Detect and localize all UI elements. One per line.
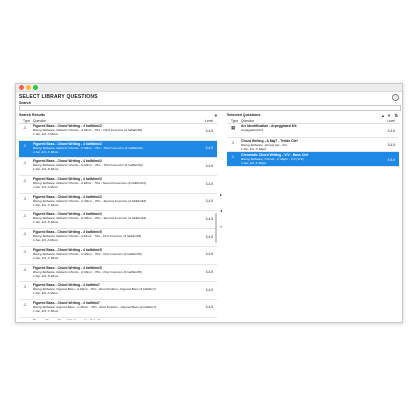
question-row[interactable]: ♫ Chord Writing - A Maj7 - Treble Clef Ris…	[227, 138, 399, 152]
question-row[interactable]: ♫ Figured Bass - Chord Writing - 4 halfdi…	[19, 300, 217, 318]
question-details: 1 bar, 4/4, A Minor	[33, 238, 59, 243]
note-icon: ♫	[23, 266, 27, 272]
selected-questions-title: Selected Questions	[227, 113, 261, 117]
note-icon: ♫	[23, 195, 27, 201]
note-icon: ♫	[231, 139, 235, 145]
question-row[interactable]: ♫Figured Bass - Chord Writing - 4 halfdi…	[19, 158, 217, 177]
question-details: 1 bar, 4/4, C Major	[241, 161, 267, 165]
question-details: 1 bar, 4/4, A Minor	[33, 132, 59, 136]
question-details: 1 bar, 4/4, A Minor	[33, 185, 59, 190]
question-row[interactable]: ♫Figured Bass - Chord Writing - 4 halfdi…	[19, 318, 217, 320]
note-icon: ♫	[23, 301, 27, 307]
note-icon: ♫	[231, 154, 235, 159]
question-details: 1 bar, 4/4, C Minor	[33, 308, 59, 313]
question-row[interactable]: ♫Figured Bass - Chord Writing - 4 halfdi…	[19, 176, 217, 194]
selected-questions-list: ▦ Arr Identification - Arpeggiated 6/4 Arp…	[227, 123, 399, 320]
question-details: 1 bar, 4/4, A Minor	[33, 291, 59, 296]
grid-icon: ▦	[231, 125, 236, 130]
question-row[interactable]: ♫Figured Bass - Chord Writing - 4 halfdi…	[19, 123, 217, 141]
question-details: 1 bar, 4/4, C Minor	[33, 202, 59, 207]
question-details: 1 bar, 4/4, C Major	[241, 146, 267, 151]
note-icon: ♫	[23, 178, 27, 184]
question-details: 1 bar, 4/4, C Minor	[33, 149, 59, 154]
question-level: 3,4,5	[205, 146, 213, 151]
transfer-controls: ▸ ◂ «	[218, 112, 226, 320]
question-circle-icon[interactable]: ?	[392, 93, 399, 101]
question-row[interactable]: ♫Figured Bass - Chord Writing - 4 halfdi…	[19, 247, 217, 265]
filter-icon[interactable]: ⌖	[215, 113, 217, 118]
sort-icon[interactable]: ⇅	[395, 113, 398, 118]
question-level: 3,4,5	[205, 270, 213, 274]
note-icon: ♫	[23, 213, 27, 219]
question-row[interactable]: ♫Figured Bass - Chord Writing - 4 halfdi…	[19, 265, 217, 283]
note-icon: ♫	[23, 160, 27, 166]
close-window-button[interactable]	[19, 85, 24, 90]
question-row[interactable]: ♫Figured Bass - Chord Writing - 4 halfdi…	[19, 229, 217, 247]
question-source: Arpeggiated 6/4	[241, 128, 263, 132]
search-results-scrollbar[interactable]	[215, 123, 217, 320]
dialog-header: SELECT LIBRARY QUESTIONS ?	[16, 92, 402, 101]
question-level: 3,4,5	[205, 181, 213, 186]
dialog-title: SELECT LIBRARY QUESTIONS	[19, 94, 98, 100]
question-level: 3,4,5	[205, 163, 213, 168]
question-row[interactable]: ♫Figured Bass - Chord Writing - 4 halfdi…	[19, 211, 217, 230]
add-question-button[interactable]: ▸	[220, 192, 222, 197]
note-icon: ♫	[23, 231, 27, 237]
question-details: 1 bar, 4/4, C Minor	[33, 255, 59, 260]
question-level: 3,4,5	[387, 143, 395, 147]
move-down-icon[interactable]: ▼	[387, 113, 391, 118]
remove-question-button[interactable]: ◂	[220, 208, 222, 213]
zoom-window-button[interactable]	[33, 85, 38, 90]
question-level: 3,4,5	[205, 287, 213, 292]
question-row[interactable]: ♫Figured Bass - Chord Writing - 4 halfdi…	[19, 140, 217, 159]
question-details: 1 bar, 4/4, D Minor	[33, 273, 59, 278]
move-up-icon[interactable]: ▲	[381, 113, 385, 118]
question-level: 3,4,5	[205, 128, 213, 133]
title-bar	[16, 84, 402, 92]
search-input[interactable]	[19, 105, 401, 111]
scrollbar-thumb[interactable]	[215, 213, 217, 243]
question-level: 3,4,5	[205, 216, 213, 221]
question-details: 1 bar, 4/4, D Minor	[33, 167, 59, 172]
question-row[interactable]: ▦ Arr Identification - Arpeggiated 6/4 Arp…	[227, 123, 399, 138]
remove-all-button[interactable]: «	[220, 224, 222, 229]
question-details: 1 bar, 4/4, D Minor	[33, 220, 59, 225]
question-level: 4,5,6	[387, 157, 395, 162]
question-row[interactable]: ♫ Chromatic Chord Writing - V/V - Bass Cl…	[227, 152, 399, 167]
note-icon: ♫	[23, 142, 27, 148]
select-library-questions-window: SELECT LIBRARY QUESTIONS ? Search Search…	[15, 83, 403, 323]
search-results-title: Search Results	[19, 113, 45, 117]
question-level: 3,4,5	[205, 252, 213, 257]
question-level: 3,4,5	[205, 199, 213, 204]
question-row[interactable]: ♫Figured Bass - Chord Writing - 4 halfdi…	[19, 282, 217, 300]
search-results-list: ♫ Figured Bass - Chord Writing - 4 halfdi…	[19, 123, 217, 320]
search-results-pane: Search Results ⌖ Type Question Level ♫ Fi…	[19, 112, 217, 320]
question-title: Figured Bass - Chord Writing - 4 halfdim…	[33, 319, 100, 320]
selected-questions-pane: Selected Questions ▲ ▼ ⇅ Type Question L…	[227, 112, 399, 320]
note-icon: ♫	[23, 125, 27, 130]
note-icon: ♫	[23, 284, 27, 290]
question-level: 3,4,5	[205, 234, 213, 239]
question-level: 3,4,5	[205, 305, 213, 310]
question-level: 3,4,5	[387, 128, 395, 133]
question-row[interactable]: ♫Figured Bass - Chord Writing - 4 halfdi…	[19, 194, 217, 212]
note-icon: ♫	[23, 248, 27, 254]
minimize-window-button[interactable]	[26, 85, 31, 90]
